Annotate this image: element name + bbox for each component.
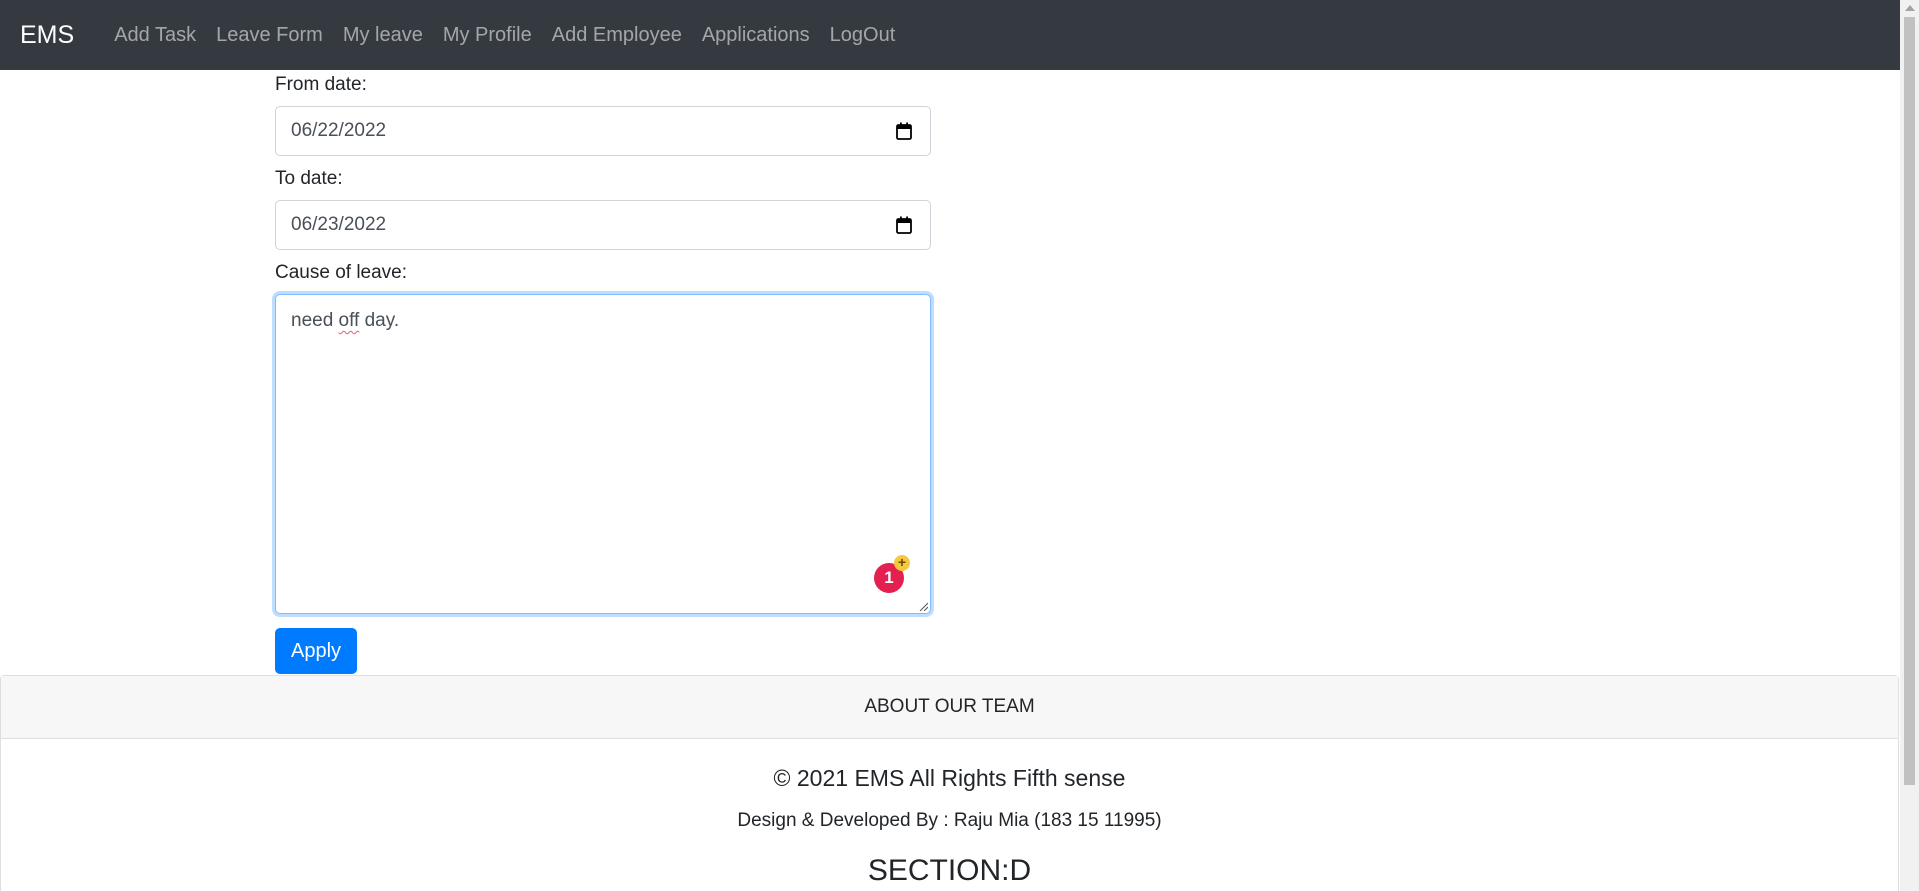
nav-link-my-leave[interactable]: My leave (333, 0, 433, 70)
cause-text-start: need (291, 310, 339, 331)
from-date-label: From date: (275, 74, 367, 95)
footer-card: ABOUT OUR TEAM © 2021 EMS All Rights Fif… (0, 675, 1899, 891)
nav-link-logout[interactable]: LogOut (820, 0, 906, 70)
misspelled-word[interactable]: off (339, 310, 360, 331)
cause-text-end: day. (359, 310, 400, 331)
scrollbar-thumb[interactable] (1904, 17, 1915, 785)
nav-link-add-task[interactable]: Add Task (104, 0, 206, 70)
grammar-suggestion-badge[interactable]: 1 + (874, 555, 910, 593)
plus-icon: + (894, 555, 910, 571)
cause-of-leave-label: Cause of leave: (275, 262, 408, 283)
cause-of-leave-textarea[interactable]: need off day. 1 + (275, 294, 931, 614)
footer-header: ABOUT OUR TEAM (1, 676, 1898, 739)
resize-handle-icon[interactable] (918, 601, 928, 611)
apply-button[interactable]: Apply (275, 628, 357, 674)
page: EMS Add Task Leave Form My leave My Prof… (0, 0, 1919, 891)
calendar-icon[interactable] (896, 122, 912, 140)
nav-link-add-employee[interactable]: Add Employee (542, 0, 692, 70)
vertical-scrollbar[interactable] (1900, 0, 1919, 891)
to-date-input[interactable]: 06/23/2022 (275, 200, 931, 250)
nav-link-my-profile[interactable]: My Profile (433, 0, 542, 70)
footer-developer-credit: Design & Developed By : Raju Mia (183 15… (737, 810, 1162, 831)
leave-form: From date: 06/22/2022 To date: 06/23/202… (275, 70, 931, 614)
to-date-label: To date: (275, 168, 343, 189)
from-date-value: 06/22/2022 (291, 120, 387, 141)
top-navbar: EMS Add Task Leave Form My leave My Prof… (0, 0, 1900, 70)
calendar-icon[interactable] (896, 216, 912, 234)
footer-copyright: © 2021 EMS All Rights Fifth sense (773, 765, 1126, 791)
grammar-count: 1 (884, 568, 894, 587)
brand-logo[interactable]: EMS (20, 0, 74, 70)
footer-section-label: SECTION:D (867, 854, 1032, 887)
nav-link-applications[interactable]: Applications (692, 0, 820, 70)
scroll-up-arrow-icon[interactable] (1905, 5, 1915, 11)
nav-link-leave-form[interactable]: Leave Form (206, 0, 333, 70)
to-date-value: 06/23/2022 (291, 214, 387, 235)
from-date-input[interactable]: 06/22/2022 (275, 106, 931, 156)
